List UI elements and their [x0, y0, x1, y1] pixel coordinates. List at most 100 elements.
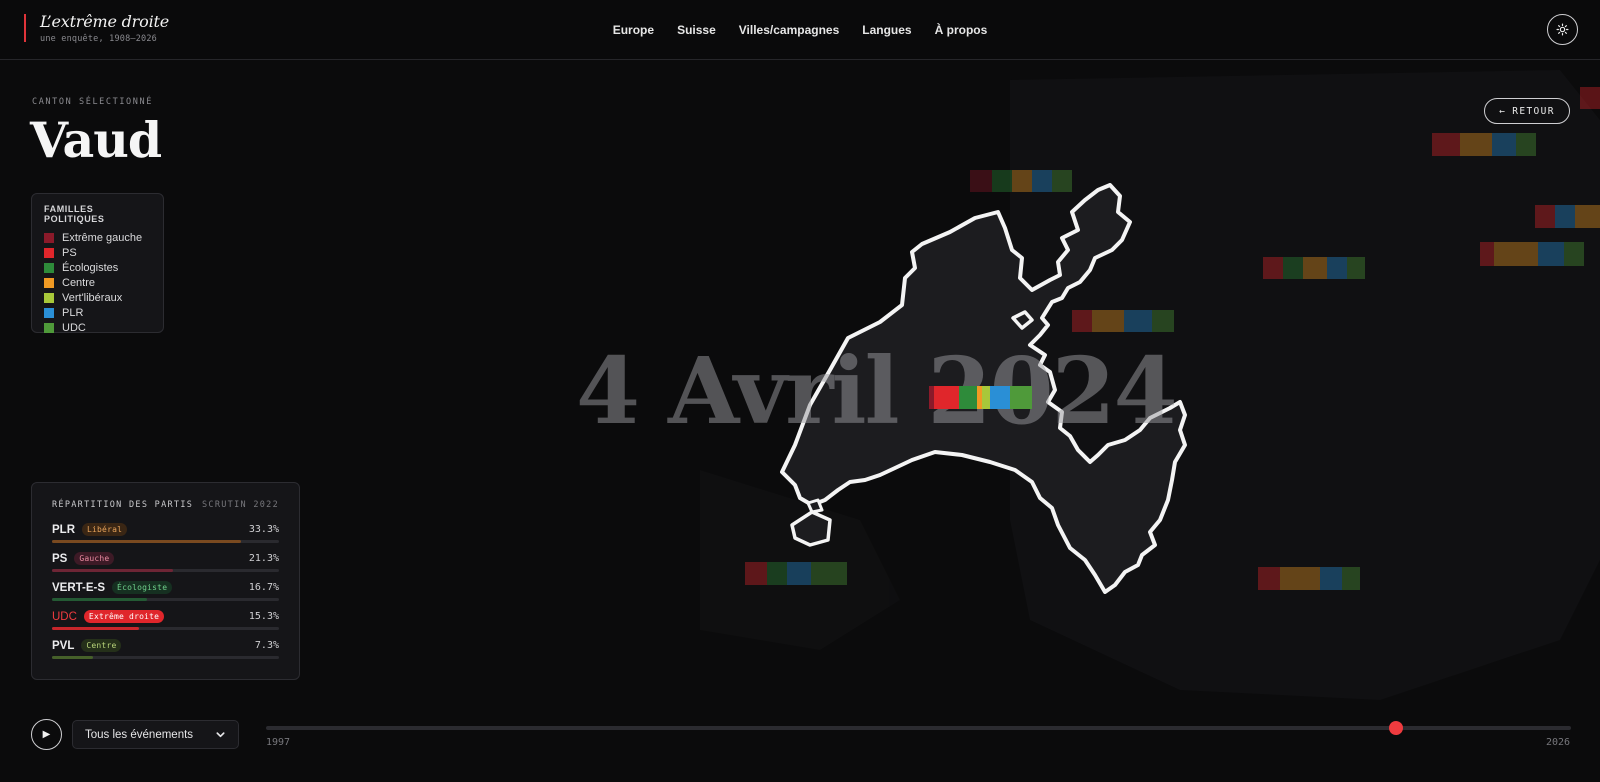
party-row[interactable]: PS Gauche 21.3%	[52, 547, 279, 576]
legend-item: PS	[44, 245, 151, 260]
legend-item: UDC	[44, 320, 151, 335]
timeline-start-label: 1997	[266, 737, 291, 748]
composition-segment-plr	[990, 386, 1010, 409]
neighbour-bar	[1480, 242, 1584, 266]
legend-item: PLR	[44, 305, 151, 320]
party-name: PS	[52, 552, 68, 565]
neighbour-bar	[1432, 133, 1536, 156]
play-icon: ▶	[42, 729, 51, 740]
nav-item-langues[interactable]: Langues	[851, 23, 923, 37]
theme-toggle-button[interactable]	[1547, 14, 1578, 45]
chevron-down-icon	[216, 732, 225, 738]
party-row[interactable]: UDC Extrême droite 15.3%	[52, 605, 279, 634]
legend-swatch	[44, 307, 54, 318]
party-name: PLR	[52, 523, 75, 536]
party-row[interactable]: PLR Libéral 33.3%	[52, 518, 279, 547]
back-button[interactable]: ← RETOUR	[1484, 98, 1570, 124]
legend-swatch	[44, 292, 54, 303]
legend-swatch	[44, 277, 54, 288]
nav-item-suisse[interactable]: Suisse	[666, 23, 728, 37]
party-bar-fill	[52, 598, 147, 601]
legend-item: Centre	[44, 275, 151, 290]
top-header: L’extrême droite une enquête, 1908–2026 …	[0, 0, 1600, 60]
party-bar-track	[52, 569, 279, 572]
play-button[interactable]: ▶	[31, 719, 62, 750]
party-family-badge: Écologiste	[112, 581, 173, 594]
legend-label: Extrême gauche	[62, 231, 143, 244]
back-button-label: RETOUR	[1512, 105, 1555, 117]
composition-segment-ps	[934, 386, 959, 409]
legend-list: Extrême gauche PS Écologistes Centre Vert'li…	[44, 230, 151, 335]
neighbour-bar	[1258, 567, 1360, 590]
party-bar-track	[52, 627, 279, 630]
legend-swatch	[44, 262, 54, 273]
neighbour-bar	[1535, 205, 1600, 228]
party-percent: 15.3%	[248, 611, 279, 622]
composition-segment-centre	[977, 386, 982, 409]
timeline-thumb[interactable]	[1388, 721, 1403, 735]
legend-swatch	[44, 247, 54, 258]
party-name-group: PVL Centre	[52, 639, 122, 652]
party-family-badge: Centre	[81, 639, 122, 652]
nav-item-a-propos[interactable]: À propos	[923, 23, 999, 37]
timeline-end-label: 2026	[1546, 737, 1571, 748]
party-percent: 33.3%	[248, 524, 279, 535]
legend-label: Centre	[62, 276, 96, 289]
neighbour-bar	[1580, 87, 1600, 109]
party-percent: 16.7%	[248, 582, 279, 593]
party-bar-track	[52, 540, 279, 543]
composition-segment-udc	[1010, 386, 1032, 409]
legend-swatch	[44, 322, 54, 333]
legend-item: Écologistes	[44, 260, 151, 275]
party-name-group: UDC Extrême droite	[52, 610, 165, 623]
canton-composition-bar[interactable]	[929, 386, 1032, 409]
legend-label: Écologistes	[62, 261, 119, 274]
party-row[interactable]: VERT-E-S Écologiste 16.7%	[52, 576, 279, 605]
nav-item-villes-campagnes[interactable]: Villes/campagnes	[727, 23, 851, 37]
parties-header: RÉPARTITION DES PARTIS SCRUTIN 2022	[52, 492, 279, 518]
neighbour-bar	[1263, 257, 1365, 279]
party-bar-track	[52, 598, 279, 601]
party-percent: 7.3%	[254, 640, 279, 651]
neighbour-bar	[745, 562, 847, 585]
parties-panel: RÉPARTITION DES PARTIS SCRUTIN 2022 PLR L…	[31, 482, 300, 680]
legend-item: Vert'libéraux	[44, 290, 151, 305]
party-name: VERT-E-S	[52, 581, 106, 594]
party-bar-track	[52, 656, 279, 659]
party-row[interactable]: PVL Centre 7.3%	[52, 634, 279, 663]
sun-icon	[1556, 23, 1569, 36]
parties-title: RÉPARTITION DES PARTIS	[52, 500, 194, 510]
legend-item: Extrême gauche	[44, 230, 151, 245]
party-name-group: PS Gauche	[52, 552, 115, 565]
party-family-badge: Gauche	[74, 552, 115, 565]
event-filter-select[interactable]: Tous les événements	[72, 720, 239, 749]
party-bar-fill	[52, 656, 94, 659]
legend-swatch	[44, 232, 54, 243]
party-percent: 21.3%	[248, 553, 279, 564]
canton-name: Vaud	[30, 111, 162, 169]
nav-item-europe[interactable]: Europe	[601, 23, 665, 37]
composition-segment-vertliberaux	[982, 386, 990, 409]
party-family-badge: Extrême droite	[83, 610, 165, 623]
legend-label: Vert'libéraux	[62, 291, 123, 304]
party-bar-fill	[52, 569, 173, 572]
canton-label: CANTON SÉLECTIONNÉ	[32, 97, 153, 107]
party-name: UDC	[52, 610, 77, 623]
composition-segment-extreme-gauche	[929, 386, 934, 409]
timeline-track[interactable]	[266, 721, 1571, 735]
party-bar-fill	[52, 627, 139, 630]
party-name-group: VERT-E-S Écologiste	[52, 581, 173, 594]
parties-list: PLR Libéral 33.3% PS Gauche 21.3% VERT-E-S Écol…	[52, 518, 279, 663]
party-family-badge: Libéral	[82, 523, 128, 536]
map-date-label: 4 Avril 2024	[576, 337, 1176, 445]
neighbour-bar	[1072, 310, 1174, 332]
legend-title: FAMILLES POLITIQUES	[44, 204, 105, 224]
legend-label: PS	[62, 246, 77, 259]
composition-segment-ecologistes	[959, 386, 977, 409]
legend-label: PLR	[62, 306, 84, 319]
legend-panel: FAMILLES POLITIQUES Extrême gauche PS Écol…	[31, 193, 164, 335]
party-name: PVL	[52, 639, 75, 652]
party-bar-fill	[52, 540, 241, 543]
legend-label: UDC	[62, 321, 86, 334]
event-filter-value: Tous les événements	[85, 728, 194, 741]
